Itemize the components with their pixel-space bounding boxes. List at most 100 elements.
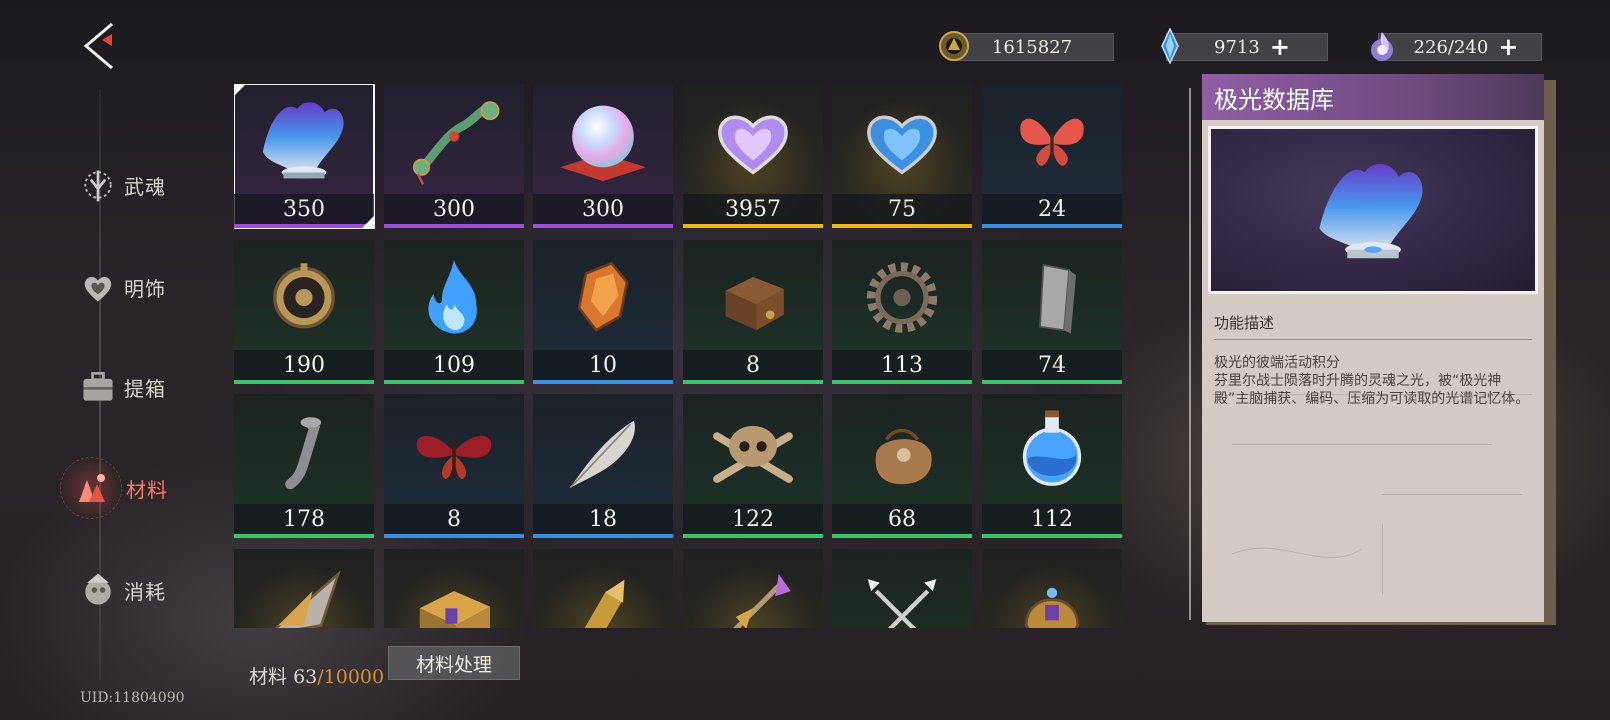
add-stamina-button[interactable]: + [1498,35,1518,59]
item-slot-hook-nail[interactable]: 178 [234,394,374,538]
rarity-bar [982,224,1122,228]
item-slot-wooden-box[interactable]: 8 [683,240,823,384]
item-slot-blue-flame[interactable]: 109 [384,240,524,384]
metal-ingot-icon [982,240,1122,350]
jade-scepter-icon [384,84,524,194]
currency-crystal: 9713 + [1161,28,1328,64]
item-slot-jade-ruyi[interactable]: 300 [384,84,524,228]
item-slot-red-moth[interactable]: 8 [384,394,524,538]
detail-panel: 极光数据库 功能描述 极光的彼端活动积分 芬里尔战士陨落时升腾的灵魂之光，被“极… [1202,74,1544,622]
item-slot-pocket-watch[interactable]: 190 [234,240,374,384]
capacity-label: 材料 [249,666,288,688]
detail-desc-line-1: 极光的彼端活动积分 [1214,355,1340,371]
consumable-icon [76,568,120,612]
detail-title: 极光数据库 [1202,74,1544,120]
item-slot-crossed-blades[interactable] [832,549,972,628]
rarity-bar [384,534,524,538]
rarity-bar [234,534,374,538]
rarity-bar [234,380,374,384]
item-slot-red-butterfly[interactable]: 24 [982,84,1122,228]
currency-stamina-box: 226/240 + [1378,33,1542,61]
inventory-capacity: 材料 63/10000 [249,662,384,689]
rarity-bar [683,380,823,384]
crossed-blades-icon [832,549,972,628]
suitcase-icon [76,365,120,409]
crystal-orb-icon [533,84,673,194]
item-count: 300 [533,194,673,224]
item-slot-blue-heart-gem[interactable]: 75 [832,84,972,228]
bullet-icon [533,549,673,628]
ornate-helm-icon [982,549,1122,628]
item-slot-feather[interactable]: 18 [533,394,673,538]
item-slot-blue-potion[interactable]: 112 [982,394,1122,538]
rarity-bar [234,224,374,228]
item-count: 24 [982,194,1122,224]
item-count: 68 [832,504,972,534]
purple-heart-icon [683,84,823,194]
item-count: 122 [683,504,823,534]
aurora-hologram-icon [234,84,374,194]
sidebar-item-2[interactable]: 提箱 [76,362,166,412]
item-slot-crystal-orb[interactable]: 300 [533,84,673,228]
materials-icon [60,457,122,519]
rarity-bar [533,534,673,538]
item-count: 109 [384,350,524,380]
sidebar-item-label: 明饰 [124,276,166,301]
add-crystal-button[interactable]: + [1270,35,1290,59]
capacity-current: 63 [293,666,318,688]
item-slot-golden-bullet[interactable] [533,549,673,628]
item-count: 8 [683,350,823,380]
butterfly-icon [982,84,1122,194]
rarity-bar [533,380,673,384]
sidebar-item-label: 消耗 [124,579,166,604]
item-count: 112 [982,504,1122,534]
rarity-bar [832,224,972,228]
sidebar-item-1[interactable]: 明饰 [76,262,166,312]
spear-icon [683,549,823,628]
sidebar-item-0[interactable]: 武魂 [76,160,166,210]
item-slot-iron-ingot[interactable]: 74 [982,240,1122,384]
sidebar-item-3[interactable]: 材料 [60,457,168,519]
item-slot-skull-crossbones[interactable]: 122 [683,394,823,538]
blue-crystal-icon [1161,28,1179,64]
item-count: 3957 [683,194,823,224]
wooden-box-icon [683,240,823,350]
item-count: 113 [832,350,972,380]
uid-label: UID:11804090 [80,690,185,706]
item-slot-aurora-database[interactable]: 350 [234,84,375,229]
back-button[interactable] [78,20,122,72]
item-grid: 350 300 300 3957 75 24 190 109 10 8 113 … [234,84,1126,628]
item-count: 10 [533,350,673,380]
golden-chest-icon [384,549,524,628]
item-count: 74 [982,350,1122,380]
item-slot-purple-spear[interactable] [683,549,823,628]
skull-icon [683,394,823,504]
item-count: 178 [234,504,374,534]
pocket-watch-icon [234,240,374,350]
soul-flame-icon [1371,32,1393,61]
item-count: 18 [533,504,673,534]
sidebar-item-4[interactable]: 消耗 [76,565,166,615]
capacity-max: 10000 [323,666,385,688]
item-count: 350 [234,194,374,224]
item-slot-ornate-helm[interactable] [982,549,1122,628]
process-materials-button[interactable]: 材料处理 [388,646,520,680]
aurora-hologram-icon [1319,164,1423,259]
warsoul-icon [76,163,120,207]
gear-icon [832,240,972,350]
hook-icon [234,394,374,504]
currency-crystal-box: 9713 + [1166,33,1328,61]
back-arrow-icon [83,22,113,70]
item-slot-golden-box[interactable] [384,549,524,628]
item-slot-purple-heart-gem[interactable]: 3957 [683,84,823,228]
item-slot-amber-crystal[interactable]: 10 [533,240,673,384]
item-slot-gear[interactable]: 113 [832,240,972,384]
blue-heart-icon [832,84,972,194]
item-slot-arrowhead[interactable] [234,549,374,628]
currency-stamina: 226/240 + [1371,32,1542,61]
currency-crystal-value: 9713 [1214,36,1260,58]
rarity-bar [982,380,1122,384]
item-count: 300 [384,194,524,224]
detail-accent-line [1189,88,1191,620]
item-slot-leather-pouch[interactable]: 68 [832,394,972,538]
